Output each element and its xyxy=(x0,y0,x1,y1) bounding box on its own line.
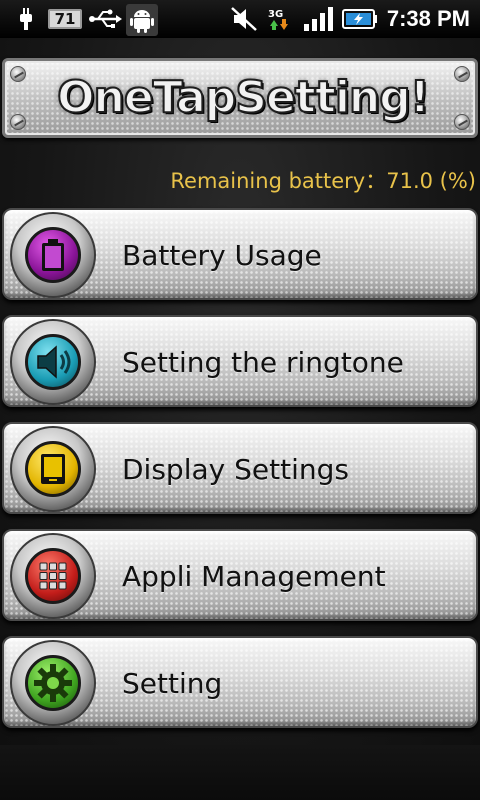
icon-ring xyxy=(10,640,96,726)
app-grid-icon xyxy=(25,548,81,604)
battery-charging-icon xyxy=(342,9,377,29)
signal-bars-icon xyxy=(304,7,333,31)
usb-icon xyxy=(89,9,122,28)
menu-item-label: Battery Usage xyxy=(122,239,322,272)
display-icon xyxy=(25,441,81,497)
setting-button[interactable]: Setting xyxy=(2,636,478,728)
battery-icon xyxy=(25,227,81,283)
app-title: OneTapSetting! xyxy=(56,71,431,124)
speaker-icon xyxy=(25,334,81,390)
usb-debug-icon xyxy=(20,8,32,30)
menu-item-label: Setting the ringtone xyxy=(122,346,404,379)
screw-icon xyxy=(10,114,26,130)
ringtone-setting-button[interactable]: Setting the ringtone xyxy=(2,315,478,407)
gear-icon xyxy=(25,655,81,711)
appli-management-button[interactable]: Appli Management xyxy=(2,529,478,621)
menu-item-label: Setting xyxy=(122,667,223,700)
screw-icon xyxy=(454,114,470,130)
svg-text:3G: 3G xyxy=(268,9,283,20)
menu-item-label: Appli Management xyxy=(122,560,386,593)
screw-icon xyxy=(10,66,26,82)
screw-icon xyxy=(454,66,470,82)
icon-ring xyxy=(10,426,96,512)
remaining-battery-text: Remaining battery：71.0 (%) xyxy=(170,169,476,193)
clock: 7:38 PM xyxy=(386,6,470,31)
status-bar: 71 3G 7:38 PM xyxy=(0,0,480,38)
mute-icon xyxy=(231,7,257,31)
battery-level-icon: 71 xyxy=(48,9,82,29)
icon-ring xyxy=(10,319,96,405)
menu-item-label: Display Settings xyxy=(122,453,349,486)
display-settings-button[interactable]: Display Settings xyxy=(2,422,478,514)
icon-ring xyxy=(10,533,96,619)
battery-usage-button[interactable]: Battery Usage xyxy=(2,208,478,300)
bottom-area xyxy=(0,745,480,800)
3g-data-icon: 3G xyxy=(268,9,288,30)
android-icon xyxy=(126,4,158,36)
icon-ring xyxy=(10,212,96,298)
app-header: OneTapSetting! xyxy=(2,58,478,138)
